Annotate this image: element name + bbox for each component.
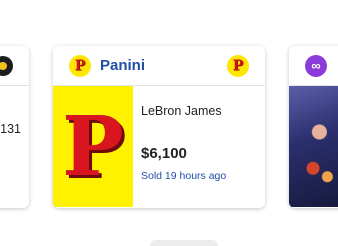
card-header: P Panini P	[53, 46, 265, 86]
carousel-pager[interactable]	[150, 240, 218, 246]
infinity-logo-icon: ∞	[305, 54, 327, 77]
sold-time: Sold 19 hours ago	[141, 170, 227, 182]
listing-card-next[interactable]: ∞	[289, 46, 338, 208]
card-thumbnail[interactable]: P	[53, 86, 133, 207]
brand-logo-icon	[0, 55, 13, 76]
carousel: 131 P Panini P P LeBron James $6,100 Sol…	[0, 0, 338, 246]
card-body: P LeBron James $6,100 Sold 19 hours ago	[53, 86, 265, 207]
player-name[interactable]: LeBron James	[141, 104, 226, 118]
card-header: ∞	[289, 46, 338, 86]
listing-card[interactable]: P Panini P P LeBron James $6,100 Sold 19…	[53, 46, 265, 208]
card-header	[0, 46, 29, 86]
listing-card-prev[interactable]: 131	[0, 46, 29, 208]
card-info: LeBron James $6,100 Sold 19 hours ago	[133, 86, 226, 207]
card-value-text: 131	[0, 122, 21, 136]
panini-badge-icon: P	[227, 54, 249, 77]
sale-price: $6,100	[141, 145, 187, 162]
card-artwork-image[interactable]	[289, 86, 338, 207]
panini-logo-icon: P	[69, 54, 91, 77]
brand-name[interactable]: Panini	[100, 57, 227, 74]
card-body	[289, 86, 338, 207]
